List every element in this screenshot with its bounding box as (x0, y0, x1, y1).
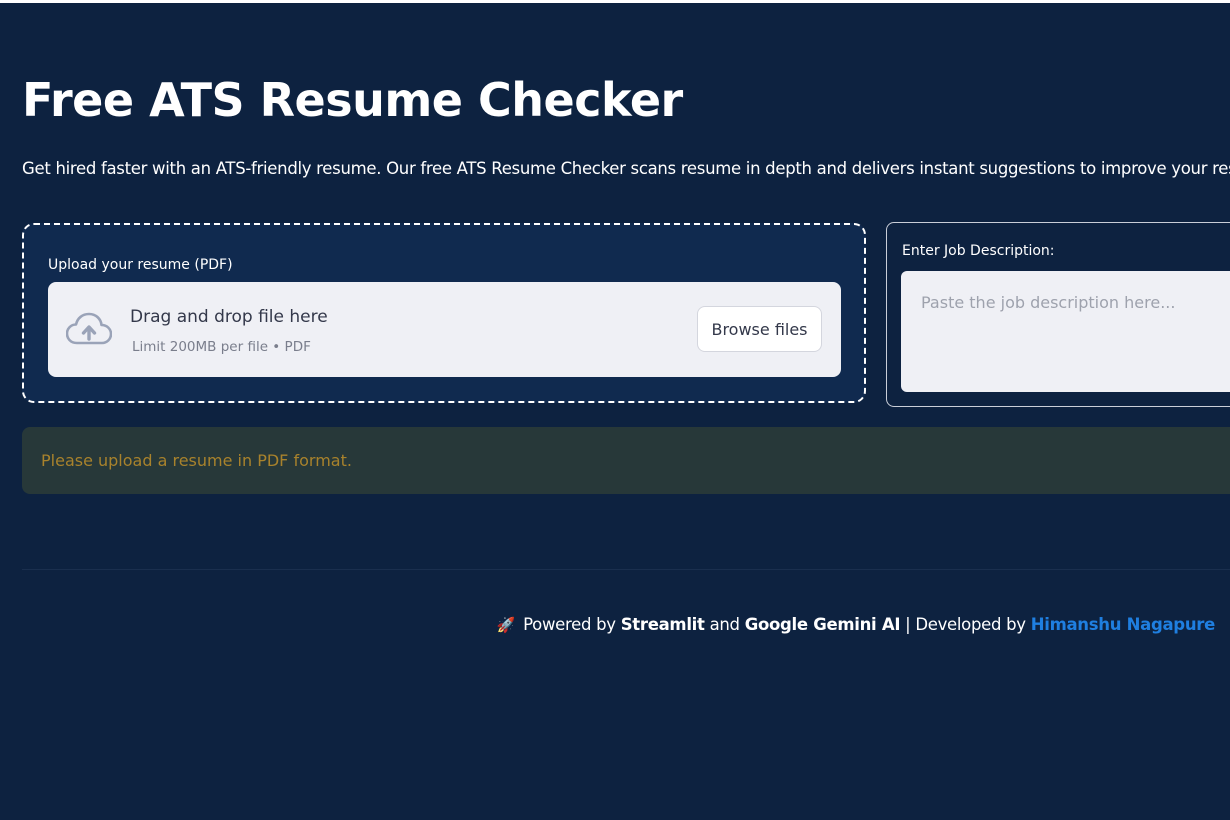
footer-divider (22, 569, 1230, 570)
app-container: Free ATS Resume Checker Get hired faster… (0, 3, 1230, 820)
dropzone-limit: Limit 200MB per file • PDF (132, 339, 311, 355)
page-subtitle: Get hired faster with an ATS-friendly re… (22, 159, 1230, 178)
footer: 🚀 Powered by Streamlit and Google Gemini… (496, 615, 1216, 634)
file-dropzone[interactable]: Drag and drop file here Limit 200MB per … (48, 282, 841, 377)
page-title: Free ATS Resume Checker (22, 73, 683, 127)
job-description-label: Enter Job Description: (902, 243, 1055, 259)
warning-text: Please upload a resume in PDF format. (41, 451, 352, 470)
browse-files-button[interactable]: Browse files (697, 306, 822, 352)
warning-alert: Please upload a resume in PDF format. (22, 427, 1230, 494)
resume-upload-card: Upload your resume (PDF) Drag and drop f… (22, 223, 866, 403)
rocket-icon: 🚀 (496, 615, 516, 634)
cloud-upload-icon (66, 312, 112, 345)
upload-label: Upload your resume (PDF) (48, 257, 233, 273)
job-description-card: Enter Job Description: (886, 222, 1230, 407)
footer-gemini: Google Gemini AI (744, 615, 901, 634)
footer-prefix: Powered by (523, 615, 616, 634)
footer-separator: | Developed by (905, 615, 1026, 634)
dropzone-title: Drag and drop file here (130, 307, 328, 327)
footer-streamlit: Streamlit (620, 615, 705, 634)
author-link[interactable]: Himanshu Nagapure (1031, 615, 1216, 634)
footer-and: and (709, 615, 740, 634)
job-description-input[interactable] (901, 271, 1230, 392)
